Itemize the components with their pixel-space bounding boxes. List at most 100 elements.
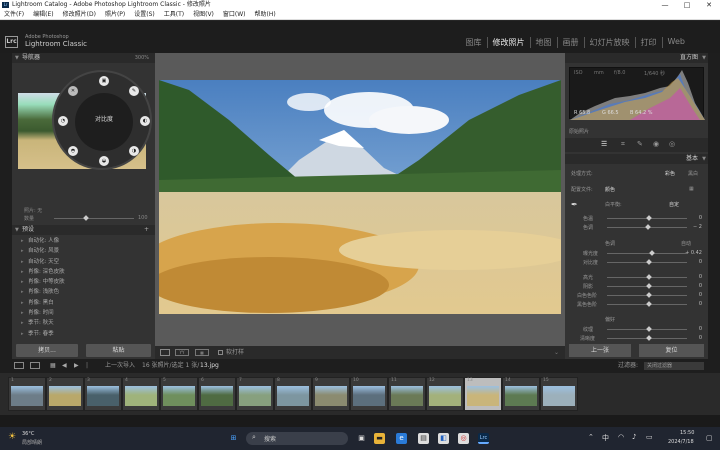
amount-slider[interactable] [54, 215, 134, 221]
battery-icon[interactable]: ▭ [646, 433, 653, 441]
menu-view[interactable]: 视图(V) [193, 10, 214, 19]
preset-item[interactable]: 肖像: 时间 [12, 308, 155, 318]
filter-dropdown[interactable]: 关闭过滤器 [644, 362, 704, 370]
sliders-icon[interactable]: ☰ [601, 140, 607, 148]
highlights-slider[interactable] [607, 274, 687, 280]
chevron-up-icon[interactable]: ⌃ [588, 433, 594, 441]
menu-file[interactable]: 文件(F) [4, 10, 24, 19]
half-circle-icon[interactable]: ◓ [68, 146, 78, 156]
heal-icon[interactable]: ✎ [637, 140, 643, 148]
profile-value[interactable]: 颜色 [605, 186, 615, 193]
preset-item[interactable]: 肖像: 中等皮肤 [12, 277, 155, 287]
store-icon[interactable]: ▤ [418, 433, 429, 444]
filmstrip-thumb[interactable]: 6 [198, 377, 236, 411]
filmstrip-thumb[interactable]: 5 [160, 377, 198, 411]
whites-slider[interactable] [607, 292, 687, 298]
filmstrip-thumb[interactable]: 1 [8, 377, 46, 411]
brush-icon[interactable]: ✎ [129, 86, 139, 96]
filmstrip-thumb-selected[interactable]: 13 [464, 377, 502, 411]
screen1-icon[interactable] [14, 362, 24, 369]
slider-value[interactable]: − 2 [693, 224, 702, 230]
weather-desc[interactable]: 局部晴朗 [22, 439, 42, 446]
photo-canvas[interactable] [155, 53, 565, 346]
clarity-slider[interactable] [607, 335, 687, 341]
filmstrip-thumb[interactable]: 8 [274, 377, 312, 411]
minimize-button[interactable]: — [654, 0, 676, 10]
original-photo-label[interactable]: 原始照片 [569, 128, 589, 135]
menu-tools[interactable]: 工具(T) [164, 10, 184, 19]
grid-icon[interactable]: ▦ [50, 359, 56, 373]
redeye-icon[interactable]: ◉ [653, 140, 659, 148]
module-print[interactable]: 打印 [636, 37, 663, 48]
forward-arrow-icon[interactable]: ▶ [74, 359, 79, 373]
shadow-icon[interactable]: ◑ [129, 146, 139, 156]
profile-browser-icon[interactable]: ▦ [689, 186, 694, 192]
crop-icon[interactable]: ▣ [99, 76, 109, 86]
wifi-icon[interactable]: ◠ [618, 433, 624, 441]
histogram[interactable]: ISO mm f/8.0 1/640 秒 R 65.8 G 66.5 B 64.… [569, 67, 705, 120]
module-slideshow[interactable]: 幻灯片放映 [585, 37, 636, 48]
blacks-slider[interactable] [607, 301, 687, 307]
clock-date[interactable]: 2024/7/18 [668, 439, 694, 445]
filmstrip-thumb[interactable]: 15 [540, 377, 578, 411]
navigator-header[interactable]: ▼ 导航器 300% [12, 53, 155, 63]
compare-view-icon[interactable]: YY [175, 349, 189, 356]
speaker-icon[interactable]: ♪ [632, 433, 636, 441]
exposure-slider[interactable] [607, 250, 687, 256]
filmstrip-thumb[interactable]: 9 [312, 377, 350, 411]
survey-view-icon[interactable]: ▦ [195, 349, 209, 356]
contrast-icon[interactable]: ◐ [140, 116, 150, 126]
back-arrow-icon[interactable]: ◀ [62, 359, 67, 373]
slider-value[interactable]: 0 [699, 215, 702, 221]
slider-value[interactable]: 0 [699, 283, 702, 289]
menu-window[interactable]: 窗口(W) [223, 10, 246, 19]
search-box[interactable]: ⌕ 搜索 [246, 432, 348, 445]
preset-item[interactable]: 肖像: 黑白 [12, 298, 155, 308]
main-photo[interactable] [159, 80, 561, 314]
preset-item[interactable]: 肖像: 浅肤色 [12, 287, 155, 297]
preset-item[interactable]: 季节: 春季 [12, 329, 155, 339]
module-library[interactable]: 图库 [461, 37, 488, 48]
right-panel-edge[interactable] [708, 53, 720, 359]
exposure-icon[interactable]: ◔ [58, 116, 68, 126]
file-explorer-icon[interactable]: ▬ [374, 433, 385, 444]
treatment-bw[interactable]: 黑白 [688, 170, 698, 177]
photos-icon[interactable]: ◧ [438, 433, 449, 444]
lightroom-taskbar-icon[interactable]: Lrc [478, 433, 489, 444]
module-book[interactable]: 画册 [558, 37, 585, 48]
filmstrip-source[interactable]: 上一次导入 [105, 359, 135, 373]
slider-value[interactable]: 0 [699, 274, 702, 280]
module-map[interactable]: 地图 [531, 37, 558, 48]
language-indicator[interactable]: 中 [602, 433, 609, 443]
task-view-icon[interactable]: ▣ [356, 433, 367, 444]
module-web[interactable]: Web [663, 37, 690, 48]
maximize-button[interactable]: □ [676, 0, 698, 10]
windows-start-icon[interactable]: ⊞ [228, 433, 239, 444]
slider-value[interactable]: 0 [699, 292, 702, 298]
slider-value[interactable]: 0 [699, 259, 702, 265]
module-develop[interactable]: 修改照片 [488, 37, 531, 48]
preset-item[interactable]: 自动化: 天空 [12, 257, 155, 267]
tint-slider[interactable] [607, 224, 687, 230]
presets-header[interactable]: ▼ 预设 + [12, 225, 155, 235]
notifications-icon[interactable]: ▢ [706, 434, 713, 442]
histogram-header[interactable]: 直方图 ▼ [565, 53, 708, 63]
preset-item[interactable]: 季节: 秋天 [12, 318, 155, 328]
copy-button[interactable]: 拷贝... [16, 344, 78, 357]
wb-value[interactable]: 自定 [669, 201, 679, 208]
menu-help[interactable]: 帮助(H) [255, 10, 276, 19]
screen2-icon[interactable] [30, 362, 40, 369]
softproof-checkbox[interactable] [218, 350, 223, 355]
filmstrip-thumb[interactable]: 3 [84, 377, 122, 411]
menu-develop[interactable]: 修改照片(D) [63, 10, 96, 19]
filmstrip-thumb[interactable]: 10 [350, 377, 388, 411]
chrome-icon[interactable]: ◎ [458, 433, 469, 444]
preset-item[interactable]: 自动化: 人像 [12, 236, 155, 246]
loupe-view-icon[interactable] [160, 349, 170, 356]
filmstrip-thumb[interactable]: 2 [46, 377, 84, 411]
menu-edit[interactable]: 编辑(E) [33, 10, 53, 19]
brand-line2[interactable]: Lightroom Classic [25, 40, 87, 48]
eyedropper-icon[interactable]: ✒ [571, 200, 578, 209]
filmstrip-thumb[interactable]: 7 [236, 377, 274, 411]
mask-icon[interactable]: ◎ [669, 140, 675, 148]
